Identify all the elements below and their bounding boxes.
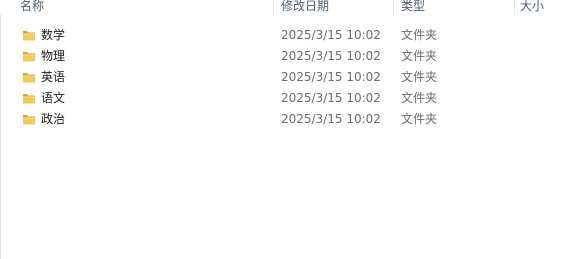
file-name: 政治 [41,112,66,126]
file-modified-date: 2025/3/15 10:02 [281,49,381,63]
file-modified-date: 2025/3/15 10:02 [281,112,381,126]
file-type: 文件夹 [401,70,438,84]
column-divider[interactable] [273,0,274,15]
column-divider[interactable] [393,0,394,15]
folder-icon [23,52,35,62]
file-type: 文件夹 [401,91,438,105]
file-modified-date: 2025/3/15 10:02 [281,91,381,105]
pane-left-border [0,0,1,259]
file-row[interactable]: 英语 2025/3/15 10:02 文件夹 [18,67,450,88]
file-type: 文件夹 [401,28,438,42]
file-type: 文件夹 [401,49,438,63]
file-row[interactable]: 语文 2025/3/15 10:02 文件夹 [18,88,450,109]
column-header-modified[interactable]: 修改日期 [281,0,329,15]
folder-icon [23,94,35,104]
folder-icon [23,31,35,41]
column-header-type[interactable]: 类型 [401,0,425,15]
file-row[interactable]: 物理 2025/3/15 10:02 文件夹 [18,46,450,67]
column-divider[interactable] [514,0,515,15]
file-row[interactable]: 数学 2025/3/15 10:02 文件夹 [18,25,450,46]
file-name: 英语 [41,70,66,84]
file-modified-date: 2025/3/15 10:02 [281,70,381,84]
folder-icon [23,115,35,125]
folder-icon [23,73,35,83]
file-explorer-pane: 名称 修改日期 类型 大小 数学 2025/3/15 10:02 文件夹 物理 [0,0,562,259]
column-header-size[interactable]: 大小 [520,0,544,15]
column-header-name[interactable]: 名称 [20,0,44,15]
file-name: 物理 [41,49,66,63]
file-modified-date: 2025/3/15 10:02 [281,28,381,42]
file-name: 数学 [41,28,66,42]
file-type: 文件夹 [401,112,438,126]
column-header-bar: 名称 修改日期 类型 大小 [0,0,562,15]
file-name: 语文 [41,91,66,105]
file-row[interactable]: 政治 2025/3/15 10:02 文件夹 [18,109,450,130]
